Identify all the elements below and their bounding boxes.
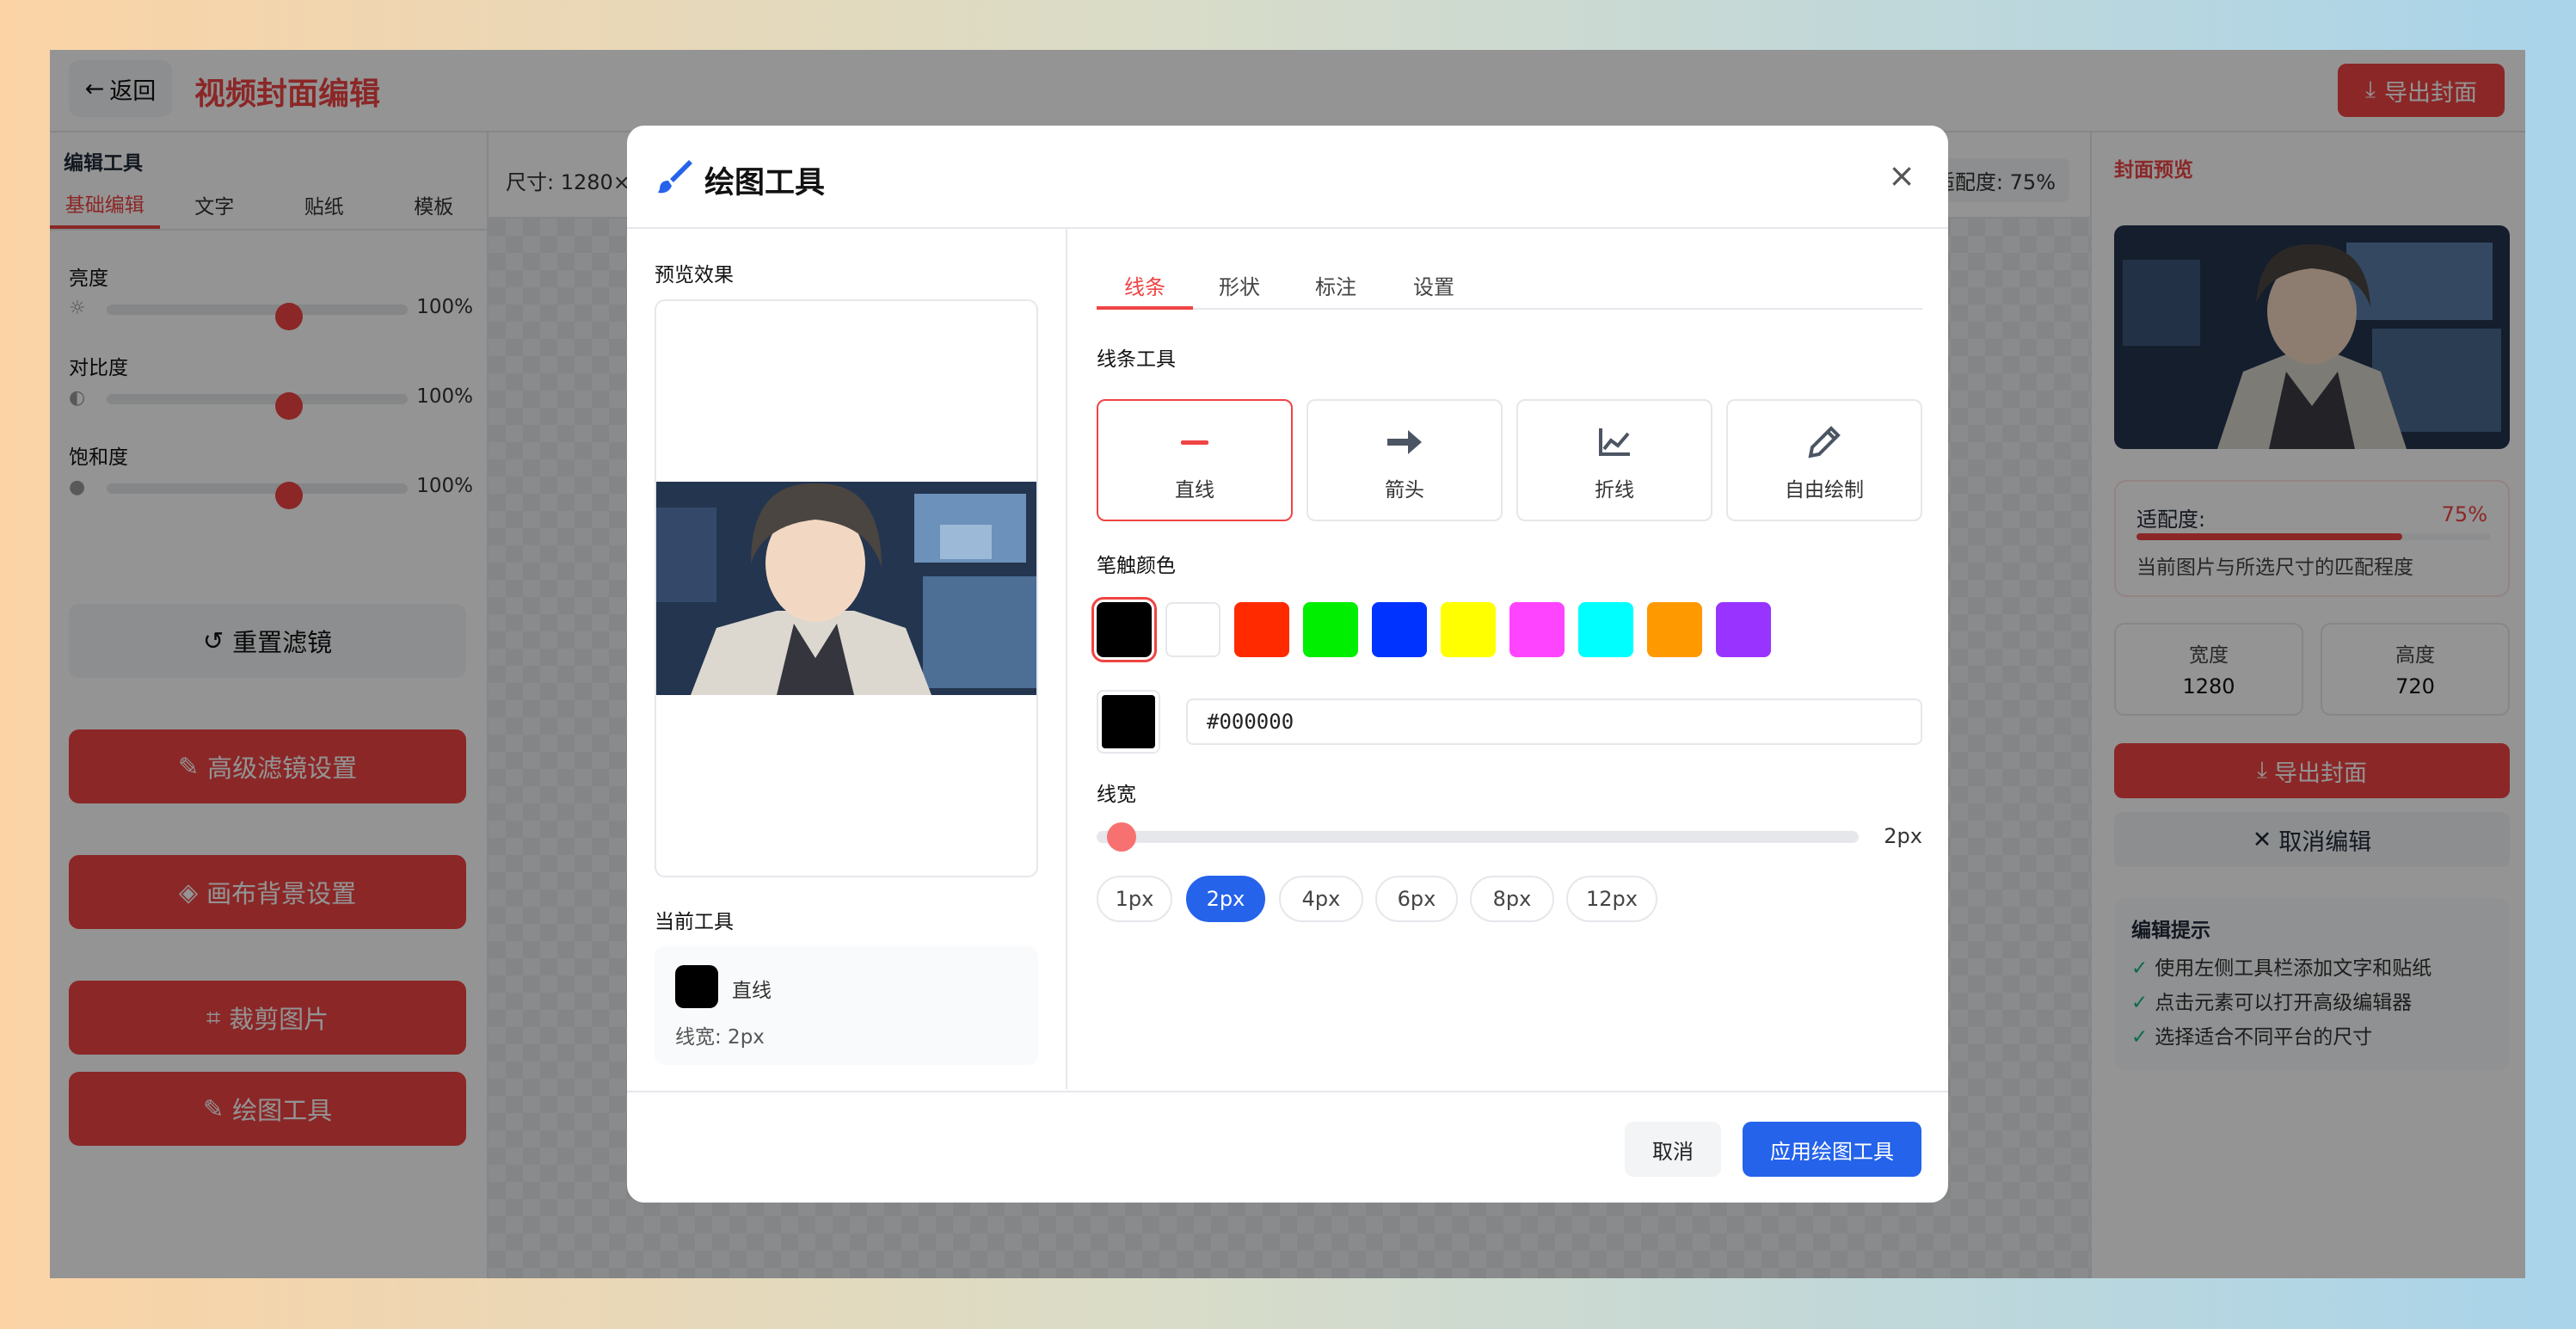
modal-preview-column: 预览效果 当前工具 直线 线宽: 2px — [627, 229, 1067, 1089]
drawing-tabs: 线条 形状 标注 设置 — [1097, 256, 1922, 310]
tool-straight-line[interactable]: 直线 — [1097, 399, 1293, 521]
chart-line-icon — [1599, 428, 1630, 456]
preview-label: 预览效果 — [655, 264, 734, 286]
tool-arrow[interactable]: 箭头 — [1306, 399, 1503, 521]
color-swatch-cyan[interactable] — [1578, 602, 1633, 657]
current-tool-width: 线宽: 2px — [675, 1026, 765, 1049]
color-swatch-green[interactable] — [1303, 602, 1358, 657]
pencil-icon — [1808, 426, 1841, 458]
modal-header: 绘图工具 × — [627, 126, 1948, 229]
width-option-4px[interactable]: 4px — [1279, 876, 1363, 922]
line-width-value: 2px — [1884, 824, 1922, 848]
line-width-label: 线宽 — [1097, 784, 1136, 806]
tool-polyline[interactable]: 折线 — [1516, 399, 1712, 521]
width-option-1px[interactable]: 1px — [1097, 876, 1172, 922]
current-color-swatch — [675, 965, 718, 1008]
tab-settings[interactable]: 设置 — [1413, 270, 1454, 300]
apply-drawing-tool-button[interactable]: 应用绘图工具 — [1743, 1122, 1921, 1177]
color-swatch-blue[interactable] — [1372, 602, 1427, 657]
width-option-12px[interactable]: 12px — [1566, 876, 1657, 922]
color-swatch-purple[interactable] — [1716, 602, 1771, 657]
modal-options-column: 线条 形状 标注 设置 线条工具 直线 箭头 折线 自由绘制 笔触颜色 #000… — [1069, 229, 1948, 1089]
modal-footer: 取消 应用绘图工具 — [627, 1091, 1948, 1203]
hex-color-input[interactable]: #000000 — [1186, 698, 1922, 745]
modal-title: 绘图工具 — [704, 166, 826, 200]
line-width-slider[interactable] — [1097, 831, 1859, 843]
paintbrush-icon — [658, 160, 692, 194]
line-tools-label: 线条工具 — [1097, 348, 1176, 371]
width-option-2px[interactable]: 2px — [1186, 876, 1265, 922]
arrow-right-icon — [1387, 430, 1422, 454]
current-tool-card: 直线 线宽: 2px — [655, 946, 1038, 1065]
width-option-6px[interactable]: 6px — [1375, 876, 1458, 922]
preview-image — [656, 482, 1036, 695]
tab-lines[interactable]: 线条 — [1124, 270, 1165, 300]
color-swatch-white[interactable] — [1165, 602, 1220, 657]
color-picker[interactable] — [1097, 690, 1160, 754]
tab-shapes[interactable]: 形状 — [1219, 270, 1260, 300]
current-tool-label: 当前工具 — [655, 911, 734, 933]
color-swatch-red[interactable] — [1234, 602, 1289, 657]
active-tab-indicator — [1097, 306, 1193, 310]
brush-color-label: 笔触颜色 — [1097, 555, 1176, 577]
preview-canvas[interactable] — [655, 299, 1038, 877]
drawing-tool-modal: 绘图工具 × 预览效果 当前工具 直线 线宽: 2px 线条 形状 标注 设置 … — [627, 126, 1948, 1203]
color-swatch-black[interactable] — [1091, 597, 1157, 662]
width-option-8px[interactable]: 8px — [1470, 876, 1554, 922]
color-swatch-yellow[interactable] — [1441, 602, 1496, 657]
line-width-slider-handle[interactable] — [1107, 822, 1136, 852]
tab-annotations[interactable]: 标注 — [1315, 270, 1356, 300]
line-icon — [1181, 440, 1208, 445]
color-swatch-orange[interactable] — [1647, 602, 1702, 657]
current-tool-name: 直线 — [732, 980, 772, 1002]
tool-freehand[interactable]: 自由绘制 — [1726, 399, 1922, 521]
close-icon[interactable]: × — [1878, 151, 1926, 200]
color-swatch-magenta[interactable] — [1509, 602, 1565, 657]
cancel-button[interactable]: 取消 — [1625, 1122, 1721, 1177]
